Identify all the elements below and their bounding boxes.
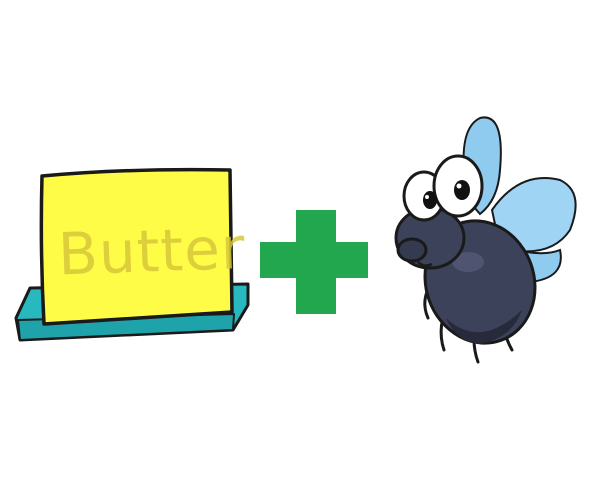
fly-eyes [402, 154, 484, 222]
butter-label: Butter [57, 214, 247, 289]
plus-icon [260, 210, 368, 314]
butter-on-dish: Butter [14, 167, 250, 342]
fly-icon [394, 116, 577, 364]
equation-illustration: Butter [0, 0, 600, 500]
fly-snout [396, 237, 428, 263]
equation-canvas: Butter [14, 116, 577, 364]
